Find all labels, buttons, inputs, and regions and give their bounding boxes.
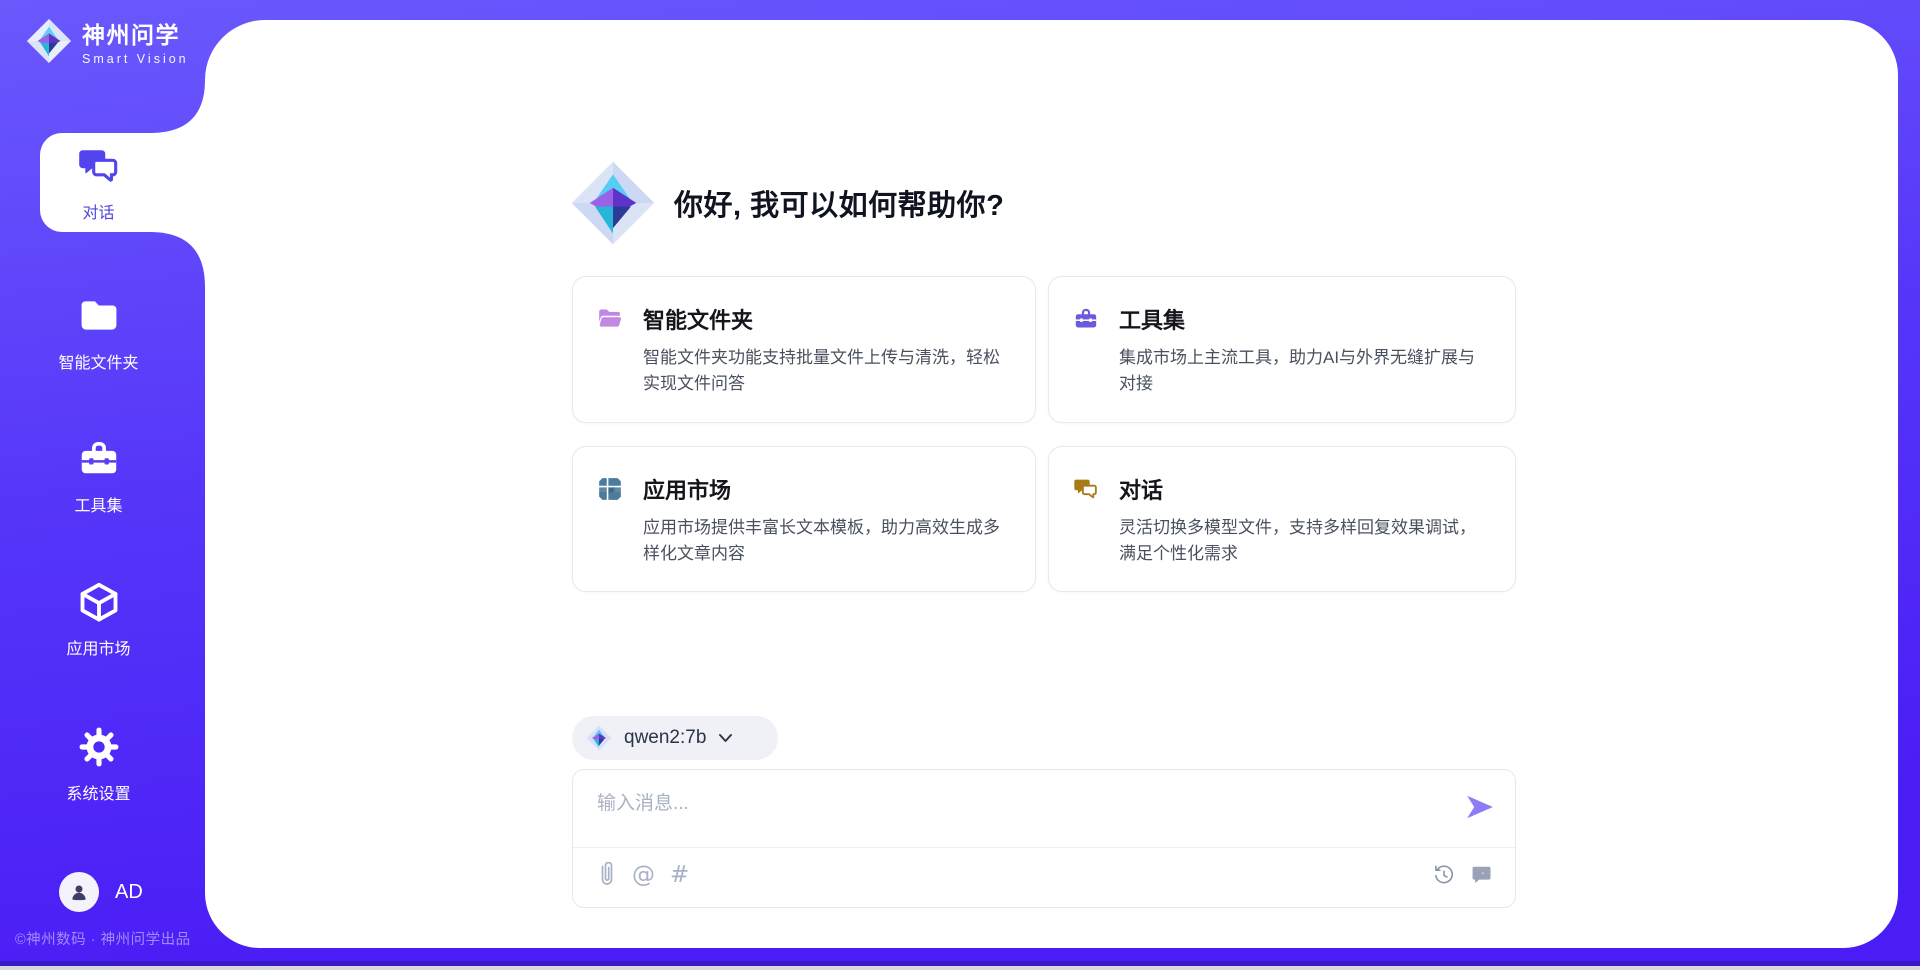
grid-icon (597, 476, 623, 502)
topic-button[interactable]: # (670, 864, 689, 887)
feature-card-chat[interactable]: 对话 灵活切换多模型文件，支持多样回复效果调试，满足个性化需求 (1048, 446, 1516, 593)
chevron-down-icon (718, 733, 733, 743)
sidebar-item-label: 工具集 (0, 492, 197, 516)
model-diamond-icon (586, 725, 612, 751)
app-title: 神州问学 (82, 16, 189, 50)
composer: @ # (572, 769, 1516, 908)
app-window: 神州问学 Smart Vision 对话 智能文件夹 (0, 0, 1920, 970)
send-icon (1465, 794, 1495, 820)
card-title: 工具集 (1119, 303, 1185, 335)
messages-button[interactable] (1471, 864, 1493, 886)
message-square-icon (1471, 864, 1493, 886)
paperclip-icon (597, 862, 617, 888)
card-title: 智能文件夹 (643, 303, 753, 335)
model-selector[interactable]: qwen2:7b (572, 716, 778, 760)
card-description: 智能文件夹功能支持批量文件上传与清洗，轻松实现文件问答 (643, 345, 1011, 398)
toolbox-icon (77, 437, 121, 481)
sidebar-item-label: 应用市场 (0, 635, 197, 659)
composer-divider (573, 847, 1515, 848)
sidebar-item-chat[interactable]: 对话 (0, 144, 197, 223)
card-description: 灵活切换多模型文件，支持多样回复效果调试，满足个性化需求 (1119, 515, 1491, 568)
send-button[interactable] (1465, 794, 1495, 820)
card-description: 应用市场提供丰富长文本模板，助力高效生成多样化文章内容 (643, 515, 1011, 568)
brand-diamond-icon (26, 18, 72, 64)
sidebar-footer: ©神州数码 · 神州问学出品 (15, 928, 205, 949)
sidebar-item-settings[interactable]: 系统设置 (0, 725, 197, 804)
sidebar-item-label: 对话 (0, 199, 197, 223)
feature-cards: 智能文件夹 智能文件夹功能支持批量文件上传与清洗，轻松实现文件问答 (572, 276, 1516, 592)
model-name: qwen2:7b (624, 727, 706, 749)
user-icon (67, 880, 91, 904)
user-name: AD (115, 881, 143, 904)
sidebar-item-smart-folder[interactable]: 智能文件夹 (0, 294, 197, 373)
user-account[interactable]: AD (59, 872, 143, 912)
app-logo: 神州问学 Smart Vision (26, 16, 189, 66)
bottom-edge-light (0, 966, 1920, 970)
feature-card-app-market[interactable]: 应用市场 应用市场提供丰富长文本模板，助力高效生成多样化文章内容 (572, 446, 1036, 593)
attachment-button[interactable] (597, 862, 617, 888)
cube-icon (77, 580, 121, 624)
sidebar-item-label: 系统设置 (0, 780, 197, 804)
message-input[interactable] (597, 780, 1437, 828)
folder-icon (597, 306, 623, 332)
at-icon: @ (632, 864, 655, 887)
mention-button[interactable]: @ (632, 864, 655, 887)
toolbox-icon (1073, 306, 1099, 332)
card-description: 集成市场上主流工具，助力AI与外界无缝扩展与对接 (1119, 345, 1491, 398)
greeting: 你好, 我可以如何帮助你? (570, 160, 1004, 246)
greeting-text: 你好, 我可以如何帮助你? (674, 182, 1004, 224)
card-title: 应用市场 (643, 473, 731, 505)
hash-icon: # (670, 864, 689, 887)
chat-icon (77, 144, 121, 188)
composer-toolbar: @ # (597, 862, 1493, 888)
folder-icon (77, 294, 121, 338)
card-title: 对话 (1119, 473, 1163, 505)
sidebar-item-app-market[interactable]: 应用市场 (0, 580, 197, 659)
sidebar-item-toolbox[interactable]: 工具集 (0, 437, 197, 516)
assistant-diamond-icon (570, 160, 656, 246)
feature-card-toolbox[interactable]: 工具集 集成市场上主流工具，助力AI与外界无缝扩展与对接 (1048, 276, 1516, 423)
history-icon (1433, 864, 1455, 886)
gear-icon (77, 725, 121, 769)
history-button[interactable] (1433, 864, 1455, 886)
sidebar-item-label: 智能文件夹 (0, 349, 197, 373)
chat-icon (1073, 476, 1099, 502)
avatar (59, 872, 99, 912)
app-subtitle: Smart Vision (82, 52, 189, 66)
feature-card-smart-folder[interactable]: 智能文件夹 智能文件夹功能支持批量文件上传与清洗，轻松实现文件问答 (572, 276, 1036, 423)
